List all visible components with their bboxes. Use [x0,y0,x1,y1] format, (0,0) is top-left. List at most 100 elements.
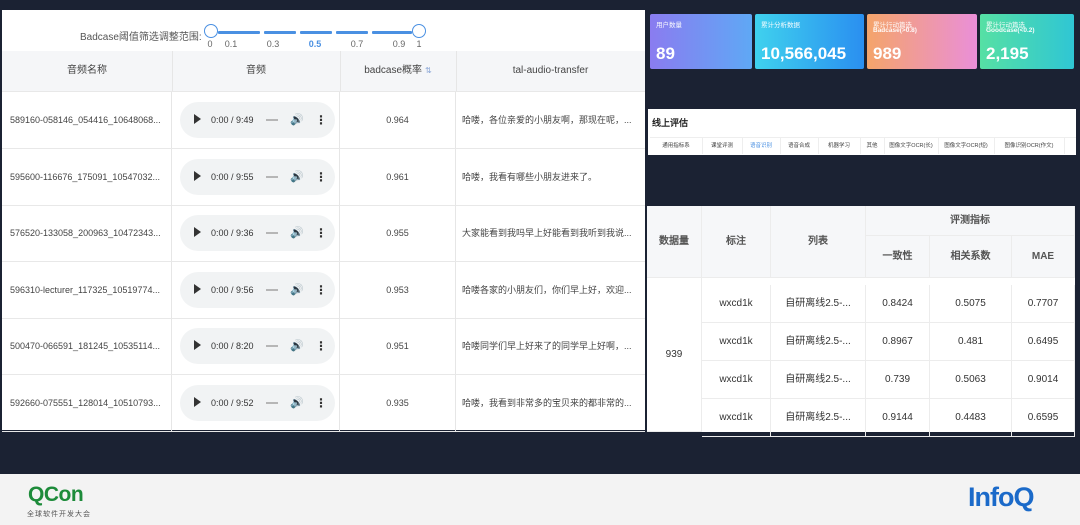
eval-tab[interactable]: 通用指标系 [650,138,703,154]
table-header: 音频名称 音频 badcase概率 ⇅ tal-audio-transfer [2,51,645,92]
badcase-prob-cell: 0.951 [340,318,456,374]
badcase-prob-cell: 0.961 [340,148,456,205]
audio-time: 0:00 / 9:52 [211,397,254,408]
metric-list-cell: 自研离线2.5-... [771,399,866,437]
metric-list-cell: 自研离线2.5-... [771,361,866,399]
col-audio: 音频 [172,51,341,91]
more-options-icon[interactable]: ⋮ [315,385,327,421]
transcript-cell: 哈喽各家的小朋友们，你们早上好，欢迎... [462,284,632,295]
audio-player[interactable]: 0:00 / 9:52 🔊 ⋮ [180,384,335,421]
audio-time: 0:00 / 9:49 [211,115,254,125]
count-cell: 939 [647,278,702,432]
audio-progress-bar[interactable] [266,232,278,234]
more-options-icon[interactable]: ⋮ [315,328,327,364]
metric-list-cell: 自研离线2.5-... [771,285,866,323]
more-options-icon[interactable]: ⋮ [315,159,327,195]
volume-icon[interactable]: 🔊 [290,385,304,421]
badcase-panel: Badcase阈值筛选调整范围: 0 0.1 0.3 0.5 0.7 0.9 1… [2,10,645,432]
header-mae: MAE [1012,236,1075,278]
badcase-prob-cell: 0.935 [340,374,456,431]
table-row: 592660-075551_128014_10510793... 0:00 / 9… [2,374,645,432]
eval-tab[interactable]: 语音合成 [780,138,819,154]
col-badcase-prob[interactable]: badcase概率 ⇅ [340,51,457,91]
table-row: 596310-lecturer_117325_10519774... 0:00 /… [2,261,645,319]
table-row: 589160-058146_054416_10648068... 0:00 / 9… [2,92,645,149]
volume-icon[interactable]: 🔊 [290,272,304,308]
threshold-slider-track[interactable] [212,31,420,34]
eval-tab[interactable]: 语音识别 [742,138,781,154]
eval-tab[interactable]: 图像识别OCR(作文) [994,138,1065,154]
volume-icon[interactable]: 🔊 [290,159,304,195]
footer: QCon 全球软件开发大会 InfoQ [0,474,1080,525]
audio-time: 0:00 / 9:55 [211,171,254,182]
tick-label: 1 [416,39,422,49]
header-tag: 标注 [702,206,771,278]
metric-consistency-cell: 0.739 [866,361,930,399]
audio-player[interactable]: 0:00 / 9:49 🔊 ⋮ [180,102,335,138]
eval-tab[interactable]: 图像文字OCR(长) [884,138,939,154]
audio-time: 0:00 / 8:20 [211,341,254,351]
tick-label: 0.7 [350,39,364,49]
metric-consistency-cell: 0.8424 [866,285,930,323]
table-row: 576520-133058_200963_10472343... 0:00 / 9… [2,205,645,262]
audio-progress-bar[interactable] [266,288,278,291]
header-consistency: 一致性 [866,236,930,278]
transcript-cell: 哈喽，我看有哪些小朋友进来了。 [462,171,598,182]
threshold-min-handle[interactable] [204,24,218,38]
transcript-cell: 哈喽同学们早上好来了的同学早上好啊，... [462,341,632,351]
audio-name-cell: 592660-075551_128014_10510793... [10,374,172,431]
threshold-max-handle[interactable] [412,24,426,38]
volume-icon[interactable]: 🔊 [290,328,304,364]
qcon-logo: QCon [28,483,84,506]
play-icon[interactable] [194,340,201,350]
metric-consistency-cell: 0.9144 [866,399,930,437]
metric-tag-cell: wxcd1k [702,361,771,399]
col-badcase-prob-label: badcase概率 [364,65,423,76]
play-icon[interactable] [194,170,201,181]
audio-progress-bar[interactable] [266,401,278,404]
audio-player[interactable]: 0:00 / 9:36 🔊 ⋮ [180,215,335,251]
audio-progress-bar[interactable] [266,345,278,347]
eval-tab[interactable]: 机器学习 [818,138,861,154]
play-icon[interactable] [194,114,201,124]
metric-mae-cell: 0.6495 [1012,323,1075,361]
audio-time: 0:00 / 9:56 [211,284,254,295]
eval-tab[interactable]: 课堂评测 [702,138,743,154]
audio-player[interactable]: 0:00 / 9:56 🔊 ⋮ [180,271,335,308]
sort-icon[interactable]: ⇅ [425,66,432,75]
metric-tag-cell: wxcd1k [702,285,771,323]
audio-name-cell: 500470-066591_181245_10535114... [10,318,172,374]
stat-subtitle: Badcase(>0.8) [873,27,917,34]
stat-title: 累计分析数据 [761,22,800,29]
stat-value: 989 [873,44,902,63]
play-icon[interactable] [194,396,201,407]
more-options-icon[interactable]: ⋮ [315,215,327,251]
table-row: 595600-116676_175091_10547032... 0:00 / 9… [2,148,645,206]
metric-mae-cell: 0.7707 [1012,285,1075,323]
volume-icon[interactable]: 🔊 [290,215,304,251]
eval-tabs: 通用指标系 课堂评测 语音识别 语音合成 机器学习 其他 图像文字OCR(长) 图像文字OCR… [650,137,1076,154]
volume-icon[interactable]: 🔊 [290,102,304,138]
online-eval-panel: 线上评估 通用指标系 课堂评测 语音识别 语音合成 机器学习 其他 图像文字OCR(长) 图像… [648,109,1076,155]
tick-label: 0 [207,39,213,49]
col-transcript: tal-audio-transfer [512,65,589,76]
play-icon[interactable] [194,227,201,237]
transcript-cell: 哈喽，各位亲爱的小朋友啊，那现在呢，... [462,115,632,125]
metric-tag-cell: wxcd1k [702,399,771,437]
audio-player[interactable]: 0:00 / 8:20 🔊 ⋮ [180,328,335,364]
stat-card: 用户数量 89 [650,14,752,69]
header-list: 列表 [771,206,866,278]
eval-tab[interactable]: 图像文字OCR(短) [938,138,995,154]
metric-mae-cell: 0.6595 [1012,399,1075,437]
metric-corr-cell: 0.5063 [930,361,1012,399]
more-options-icon[interactable]: ⋮ [315,272,327,308]
audio-player[interactable]: 0:00 / 9:55 🔊 ⋮ [180,158,335,195]
more-options-icon[interactable]: ⋮ [315,102,327,138]
eval-tab[interactable]: 其他 [860,138,885,154]
play-icon[interactable] [194,283,201,294]
stat-value: 10,566,045 [761,44,847,63]
audio-time: 0:00 / 9:36 [211,228,254,238]
tick-label: 0.9 [392,39,406,49]
audio-progress-bar[interactable] [266,119,278,121]
audio-progress-bar[interactable] [266,175,278,178]
